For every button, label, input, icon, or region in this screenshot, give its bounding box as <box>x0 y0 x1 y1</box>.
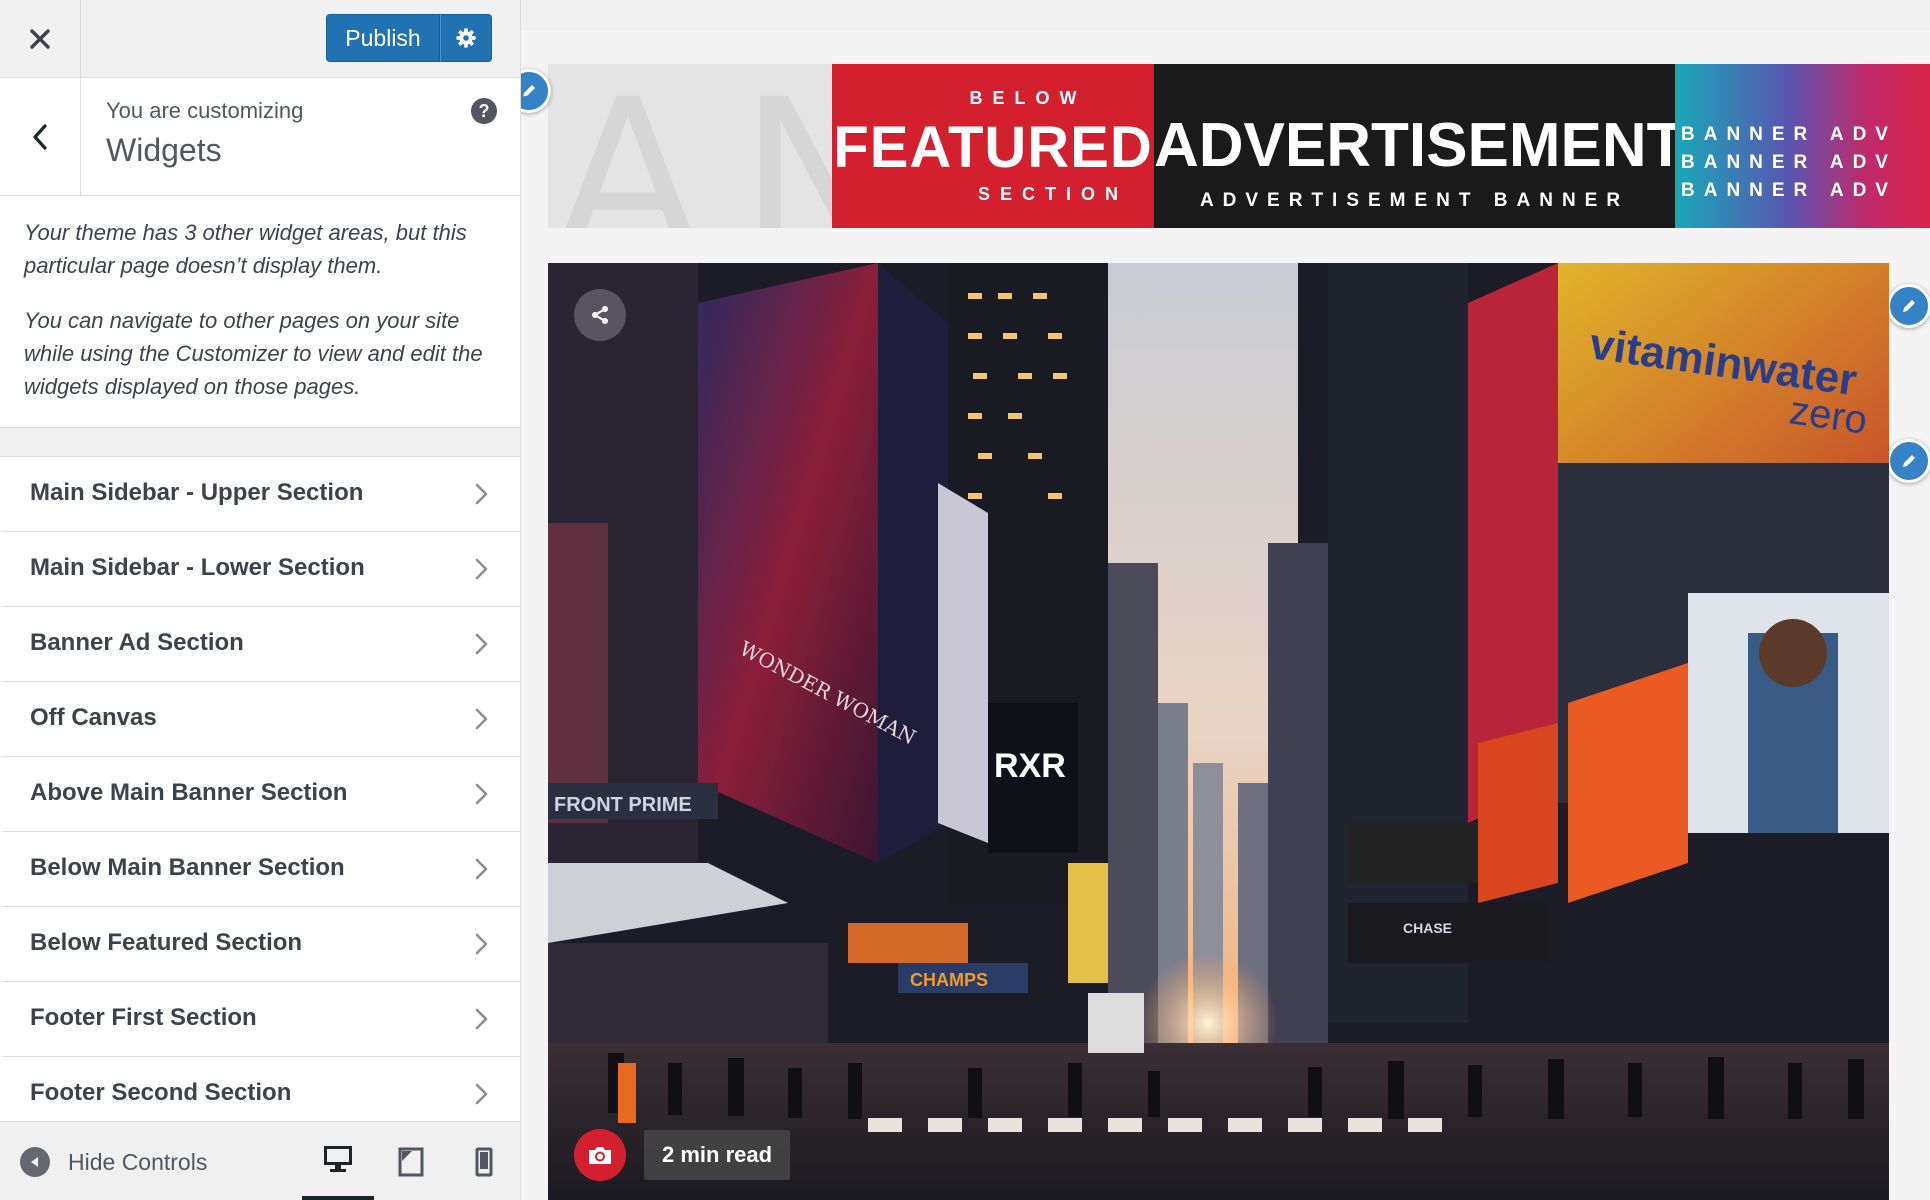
customizer-sidebar: Publish You are customizing Widgets ? Yo… <box>0 0 521 1200</box>
widget-area-banner-ad[interactable]: Banner Ad Section <box>0 607 520 682</box>
chevron-right-icon <box>475 1008 488 1030</box>
pencil-icon <box>522 85 535 98</box>
banner-advertisement-banner-text: ADVERTISEMENT BANNER <box>1199 190 1630 211</box>
chevron-right-icon <box>475 933 488 955</box>
notice-paragraph-2: You can navigate to other pages on your … <box>24 308 483 399</box>
hide-controls-label: Hide Controls <box>68 1148 208 1175</box>
chevron-right-icon <box>475 633 488 655</box>
chevron-right-icon <box>475 783 488 805</box>
widget-area-label: Footer Second Section <box>30 1079 292 1106</box>
banner-grad-line-1: BANNER ADV <box>1681 124 1897 145</box>
sign-chase: CHASE <box>1403 920 1452 936</box>
banner-advertisement-text: ADVERTISEMENT <box>1154 111 1685 180</box>
pencil-icon <box>1903 300 1915 312</box>
featured-hero-image[interactable]: WONDER WOMAN FRONT PRIME RXR CHAMPS vita… <box>548 263 1889 1200</box>
close-icon <box>30 29 50 49</box>
widget-area-label: Below Main Banner Section <box>30 854 345 881</box>
customizer-footer: Hide Controls <box>0 1121 520 1200</box>
widget-area-main-sidebar-lower[interactable]: Main Sidebar - Lower Section <box>0 532 520 607</box>
sign-front-prime: FRONT PRIME <box>554 794 692 816</box>
mobile-icon <box>475 1147 493 1176</box>
preview-desktop-button[interactable] <box>302 1122 374 1200</box>
widget-area-label: Banner Ad Section <box>30 629 244 656</box>
edit-banner-shortcut[interactable] <box>521 69 551 113</box>
widget-area-below-featured[interactable]: Below Featured Section <box>0 907 520 982</box>
widget-areas-notice: Your theme has 3 other widget areas, but… <box>0 196 520 428</box>
publish-settings-button[interactable] <box>440 14 492 62</box>
desktop-icon <box>324 1146 352 1172</box>
widget-area-label: Above Main Banner Section <box>30 779 348 806</box>
widget-area-below-main-banner[interactable]: Below Main Banner Section <box>0 832 520 907</box>
banner-gradient-block: BANNER ADV BANNER ADV BANNER ADV <box>1675 64 1930 228</box>
customizer-app: Publish You are customizing Widgets ? Yo… <box>0 0 1930 1200</box>
tablet-icon <box>398 1147 424 1176</box>
edit-widget-shortcut-2[interactable] <box>1887 439 1930 483</box>
banner-black-block: ADVERTISEMENT ADVERTISEMENT BANNER <box>1154 64 1685 228</box>
edit-widget-shortcut-1[interactable] <box>1887 284 1930 328</box>
widget-area-label: Below Featured Section <box>30 929 303 956</box>
back-button[interactable] <box>0 78 81 195</box>
chevron-right-icon <box>475 858 488 880</box>
panel-header: You are customizing Widgets ? <box>0 78 520 196</box>
widget-area-label: Off Canvas <box>30 704 157 731</box>
widget-area-label: Footer First Section <box>30 1004 257 1031</box>
banner-featured-text: FEATURED <box>833 115 1153 180</box>
preview-tablet-button[interactable] <box>375 1122 447 1200</box>
banner-grad-line-2: BANNER ADV <box>1681 152 1897 173</box>
banner-grad-line-3: BANNER ADV <box>1681 180 1897 201</box>
help-icon[interactable]: ? <box>471 98 497 124</box>
camera-button[interactable] <box>574 1129 626 1181</box>
site-preview: ANNE BELOW FEATURED SECTION ADVERTISEMEN… <box>521 0 1930 1200</box>
chevron-right-icon <box>475 558 488 580</box>
publish-group: Publish <box>326 14 492 62</box>
notice-paragraph-1: Your theme has 3 other widget areas, but… <box>24 220 467 278</box>
widget-area-off-canvas[interactable]: Off Canvas <box>0 682 520 757</box>
widget-area-label: Main Sidebar - Upper Section <box>30 479 364 506</box>
chevron-right-icon <box>475 483 488 505</box>
banner-red-block: BELOW FEATURED SECTION <box>832 64 1154 228</box>
widget-area-label: Main Sidebar - Lower Section <box>30 554 365 581</box>
widget-area-main-sidebar-upper[interactable]: Main Sidebar - Upper Section <box>0 457 520 532</box>
customizer-header: Publish <box>0 0 520 78</box>
banner-section-text: SECTION <box>977 184 1128 204</box>
gear-icon <box>456 28 476 48</box>
chevron-right-icon <box>475 1083 488 1105</box>
banner-advertisement[interactable]: ANNE BELOW FEATURED SECTION ADVERTISEMEN… <box>548 64 1930 228</box>
banner-below-text: BELOW <box>969 88 1087 108</box>
widget-area-footer-first[interactable]: Footer First Section <box>0 982 520 1057</box>
widget-area-above-main-banner[interactable]: Above Main Banner Section <box>0 757 520 832</box>
share-icon <box>592 306 608 324</box>
share-button[interactable] <box>574 289 626 341</box>
chevron-left-icon <box>33 123 47 150</box>
camera-icon <box>589 1147 611 1164</box>
read-time-badge: 2 min read <box>644 1130 791 1180</box>
widget-area-list: Main Sidebar - Upper Section Main Sideba… <box>0 456 520 1132</box>
preview-mobile-button[interactable] <box>448 1122 520 1200</box>
customizing-label: You are customizing <box>106 98 304 123</box>
close-customizer-button[interactable] <box>0 0 81 78</box>
preview-top-strip <box>521 0 1930 30</box>
publish-button[interactable]: Publish <box>326 14 440 62</box>
chevron-right-icon <box>475 708 488 730</box>
sign-champs: CHAMPS <box>910 970 988 990</box>
times-square-photo: WONDER WOMAN FRONT PRIME RXR CHAMPS vita… <box>548 263 1889 1200</box>
hide-controls-button[interactable]: Hide Controls <box>20 1146 207 1178</box>
panel-title: Widgets <box>106 132 222 168</box>
pencil-icon <box>1903 455 1915 467</box>
sign-rxr: RXR <box>994 747 1066 785</box>
arrow-left-circle-icon <box>20 1147 50 1177</box>
